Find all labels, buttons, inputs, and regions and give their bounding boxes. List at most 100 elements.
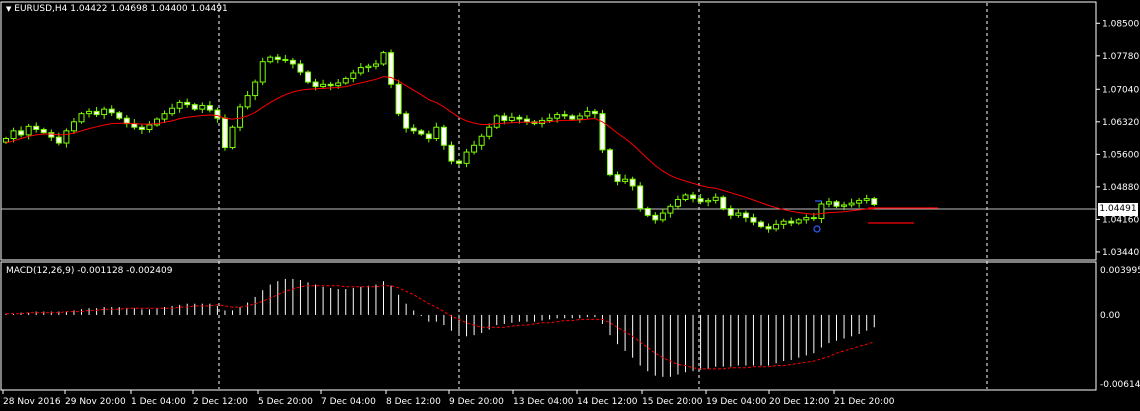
candle-body: [191, 104, 198, 110]
candle-body: [780, 220, 787, 225]
macd-signal-line: [6, 285, 875, 370]
candle: [780, 218, 787, 229]
triangle-down-icon[interactable]: ▼: [6, 5, 11, 13]
candle: [848, 198, 855, 208]
candle: [856, 197, 863, 208]
time-tick-label: 9 Dec 20:00: [449, 397, 504, 407]
candle-body: [712, 196, 719, 201]
candle-body: [388, 52, 395, 85]
candle-body: [554, 114, 561, 119]
macd-tick-label: 0.00: [1100, 311, 1120, 321]
candle-body: [259, 61, 266, 83]
candle: [410, 124, 417, 134]
candle-body: [523, 118, 530, 123]
candle-body: [501, 115, 508, 121]
candle-body: [342, 77, 349, 84]
time-tick-label: 1 Dec 04:00: [131, 397, 186, 407]
candle-body: [803, 217, 810, 221]
candle-body: [40, 128, 47, 134]
candle-body: [463, 151, 470, 164]
candle-body: [161, 113, 168, 120]
candle-body: [146, 124, 153, 130]
candle: [493, 114, 500, 130]
candle: [795, 218, 802, 225]
candle: [674, 195, 681, 210]
candle: [508, 112, 515, 123]
time-axis: 28 Nov 2016 29 Nov 20:00 1 Dec 04:00 2 Dec …: [2, 390, 895, 407]
order-marker[interactable]: [813, 225, 821, 233]
candle: [750, 213, 757, 226]
candle: [372, 60, 379, 70]
candle-body: [18, 130, 25, 136]
candle-body: [86, 110, 93, 115]
candle-body: [622, 178, 629, 182]
time-tick-label: 2 Dec 12:00: [193, 397, 248, 407]
candle: [146, 121, 153, 133]
candle: [599, 109, 606, 153]
candle: [388, 49, 395, 89]
candle: [735, 208, 742, 218]
candle-body: [440, 126, 447, 146]
candle-body: [176, 101, 183, 109]
candle-body: [410, 127, 417, 132]
candle-body: [78, 113, 85, 123]
candle-body: [25, 125, 32, 136]
candle-body: [471, 144, 478, 153]
candle-body: [108, 108, 115, 114]
candle-body: [516, 116, 523, 120]
candle-body: [70, 121, 77, 132]
candle: [176, 99, 183, 113]
candle: [297, 60, 304, 76]
candle-body: [637, 185, 644, 210]
candle: [720, 195, 727, 211]
macd-label: MACD(12,26,9) -0.001128 -0.002409: [6, 266, 173, 276]
candle-body: [214, 109, 221, 119]
macd-tick-label: -0.00614: [1100, 380, 1140, 390]
candle-body: [825, 201, 832, 205]
candle: [101, 106, 108, 120]
candle-body: [833, 201, 840, 207]
candle-body: [690, 194, 697, 200]
candle-body: [591, 110, 598, 115]
candle-body: [652, 214, 659, 221]
candle-body: [350, 72, 357, 79]
candle-body: [569, 115, 576, 120]
candle-body: [644, 208, 651, 216]
symbol-header: ▼ EURUSD,H4 1.04422 1.04698 1.04400 1.04…: [6, 4, 228, 14]
candle: [229, 125, 236, 150]
candle-body: [138, 126, 145, 130]
candle-body: [274, 56, 281, 60]
candle-body: [297, 63, 304, 73]
price-tick-label: 1.04880: [1102, 183, 1139, 193]
time-tick-label: 5 Dec 20:00: [258, 397, 313, 407]
candle: [622, 174, 629, 184]
candle: [191, 102, 198, 111]
candle-body: [742, 212, 749, 219]
candle: [33, 122, 40, 133]
chart-canvas[interactable]: 1.08500 1.07780 1.07040 1.06320 1.05600 1.048…: [0, 0, 1140, 411]
candle: [591, 108, 598, 119]
candle: [282, 54, 289, 63]
candle: [818, 201, 825, 224]
candle: [289, 57, 296, 69]
candle: [131, 119, 138, 130]
candle: [486, 123, 493, 140]
candle: [365, 63, 372, 73]
candle: [86, 108, 93, 118]
candle-body: [848, 202, 855, 206]
candle-body: [312, 81, 319, 88]
candle-body: [357, 67, 364, 74]
candle-body: [380, 52, 387, 65]
candle-body: [10, 130, 17, 140]
candle-body: [607, 149, 613, 176]
candle: [327, 81, 334, 91]
candle-body: [810, 217, 817, 220]
time-tick-label: 28 Nov 2016: [3, 397, 61, 407]
price-tick-label: 1.07780: [1102, 52, 1139, 62]
candle-body: [418, 130, 425, 135]
candle-body: [267, 56, 274, 63]
candle: [433, 122, 440, 142]
candle: [70, 117, 77, 134]
candle-body: [614, 174, 621, 182]
candle: [742, 210, 749, 223]
